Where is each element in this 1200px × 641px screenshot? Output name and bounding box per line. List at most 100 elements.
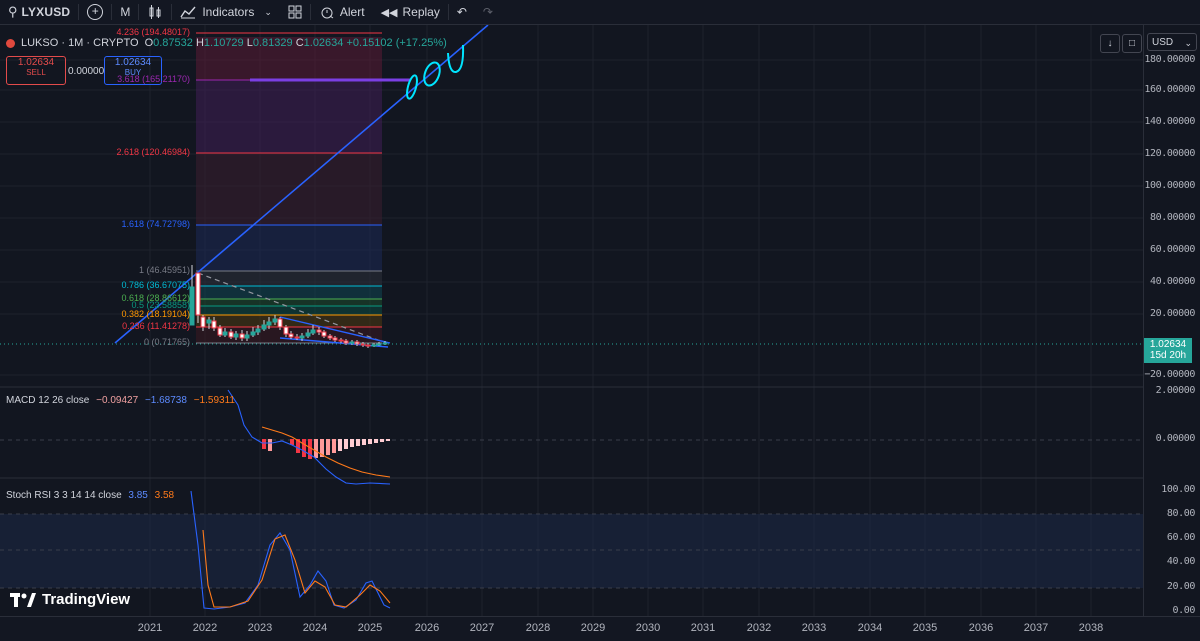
candle-body <box>338 339 344 342</box>
compare-button[interactable]: + <box>79 0 111 24</box>
time-tick-label: 2027 <box>469 622 495 634</box>
fib-level-label: 1 (46.45951) <box>138 265 190 275</box>
alert-label: Alert <box>339 5 365 19</box>
candle-body <box>261 324 267 330</box>
fib-zone-1 <box>196 271 382 286</box>
indicators-label: Indicators <box>202 5 255 19</box>
layouts-button[interactable] <box>280 0 310 24</box>
arrow-down-icon: ↓ <box>1107 38 1113 49</box>
macd-label[interactable]: MACD 12 26 close <box>6 395 89 406</box>
maximize-button[interactable]: □ <box>1122 34 1142 53</box>
stoch-tick-label: 100.00 <box>1161 484 1195 495</box>
macd-bar <box>344 439 348 449</box>
search-icon: ⚲ <box>8 4 18 19</box>
macd-bar <box>314 439 318 458</box>
candle-body <box>283 326 289 335</box>
candle-body <box>305 332 311 337</box>
macd-bar <box>338 439 342 451</box>
stoch-tick-label: 0.00 <box>1172 605 1196 616</box>
fib-zone-1618 <box>196 225 382 271</box>
alert-button[interactable]: Alert <box>311 0 373 24</box>
symbol-name: LYXUSD <box>21 5 71 19</box>
stoch-tick-label: 60.00 <box>1166 532 1196 543</box>
fib-zone-3618 <box>196 80 382 153</box>
currency-select[interactable]: USD ⌄ <box>1147 33 1197 51</box>
candle-body <box>211 320 217 329</box>
time-tick-label: 2022 <box>192 622 218 634</box>
replay-button[interactable]: ◀◀ Replay <box>373 0 448 24</box>
fib-level-label: 2.618 (120.46984) <box>116 147 190 157</box>
stoch-tick-label: 20.00 <box>1166 581 1196 592</box>
candle-body <box>299 335 305 339</box>
chart-legend: LUKSO · 1M · CRYPTO O0.87532 H1.10729 L0… <box>6 37 447 49</box>
candle-body <box>349 341 355 344</box>
ohlc-values: O0.87532 H1.10729 L0.81329 C1.02634 +0.1… <box>144 37 447 49</box>
replay-label: Replay <box>402 5 440 19</box>
macd-bar <box>326 439 330 455</box>
time-tick-label: 2023 <box>247 622 273 634</box>
price-tick-label: 100.00000 <box>1144 180 1195 191</box>
candle-body <box>195 272 201 316</box>
fib-level-label: 1.618 (74.72798) <box>121 219 190 229</box>
buy-price: 1.02634 <box>114 57 152 68</box>
macd-bar <box>332 439 336 453</box>
fib-level-label: 0 (0.71765) <box>143 337 190 347</box>
candle-body <box>332 337 338 341</box>
macd-histogram-value: −0.09427 <box>96 395 139 406</box>
time-tick-label: 2037 <box>1023 622 1049 634</box>
price-tick-label: 20.00000 <box>1150 308 1195 319</box>
fib-zone-05 <box>196 306 382 315</box>
plus-circle-icon: + <box>87 4 104 20</box>
time-tick-label: 2026 <box>414 622 440 634</box>
stoch-label[interactable]: Stoch RSI 3 3 14 14 close <box>6 490 122 501</box>
price-tick-label: 120.00000 <box>1144 148 1195 159</box>
fib-zone-0786 <box>196 286 382 299</box>
candle-body <box>288 333 294 338</box>
price-tick-label: 40.00000 <box>1150 276 1195 287</box>
price-tick-label: −20.00000 <box>1144 369 1195 380</box>
stoch-band <box>0 514 1143 588</box>
time-tick-label: 2029 <box>580 622 606 634</box>
candle-body <box>365 344 371 347</box>
indicators-button[interactable]: Indicators ⌄ <box>172 0 280 24</box>
symbol-description[interactable]: LUKSO · 1M · CRYPTO <box>21 37 139 49</box>
symbol-search[interactable]: ⚲ LYXUSD <box>0 0 78 24</box>
redo-button[interactable]: ↷ <box>475 0 501 24</box>
sell-button[interactable]: 1.02634 SELL <box>6 56 66 85</box>
annotation-mark <box>423 61 441 87</box>
candles-icon <box>149 5 161 19</box>
candle-body <box>294 336 300 339</box>
lukso-logo-icon <box>6 38 15 48</box>
time-tick-label: 2034 <box>857 622 883 634</box>
time-tick-label: 2035 <box>912 622 938 634</box>
chevron-down-icon: ⌄ <box>1184 38 1192 48</box>
macd-bar <box>268 439 272 451</box>
candle-body <box>244 334 250 339</box>
last-price-tag: 1.02634 15d 20h <box>1144 338 1192 363</box>
time-axis[interactable]: 2021 2022 2023 2024 2025 2026 2027 2028 2029 2030… <box>0 616 1200 641</box>
fib-zone-0618 <box>196 299 382 306</box>
scroll-down-button[interactable]: ↓ <box>1100 34 1120 53</box>
macd-bar <box>368 439 372 444</box>
candle-body <box>277 318 283 328</box>
price-tick-label: 80.00000 <box>1150 212 1195 223</box>
macd-bar <box>350 439 354 447</box>
fib-level-label: 0.786 (36.67075) <box>121 280 190 290</box>
price-tick-label: 60.00000 <box>1150 244 1195 255</box>
time-tick-label: 2032 <box>746 622 772 634</box>
undo-button[interactable]: ↶ <box>449 0 475 24</box>
interval-button[interactable]: M <box>112 0 138 24</box>
bar-countdown: 15d 20h <box>1149 350 1187 361</box>
chart-pane[interactable]: LUKSO · 1M · CRYPTO O0.87532 H1.10729 L0… <box>0 25 1143 616</box>
macd-bar <box>374 439 378 443</box>
macd-histogram <box>262 439 390 459</box>
chart-type-button[interactable] <box>139 0 171 24</box>
candle-body <box>316 329 322 333</box>
time-tick-label: 2030 <box>635 622 661 634</box>
price-tick-label: 180.00000 <box>1144 54 1195 65</box>
price-axis[interactable]: USD ⌄ 180.00000 160.00000 140.00000 120.000… <box>1143 25 1200 616</box>
candle-body <box>217 327 223 336</box>
candle-body <box>255 328 261 333</box>
grid-icon <box>288 5 302 19</box>
tradingview-logo[interactable]: TradingView <box>10 591 130 608</box>
